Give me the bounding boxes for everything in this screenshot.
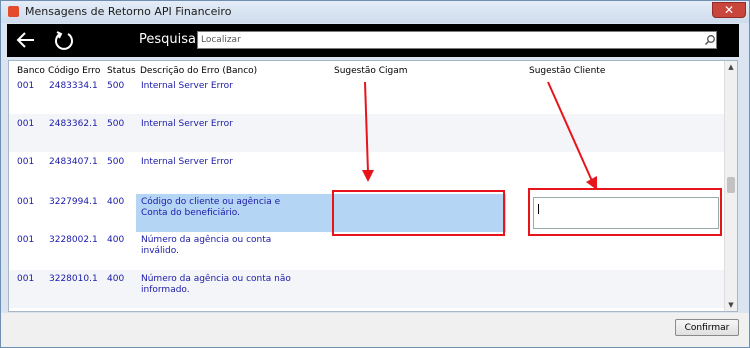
cell-descricao: Número da agência ou conta inválido. — [141, 235, 272, 256]
search-icon[interactable] — [704, 34, 716, 46]
cell-banco: 001 — [17, 81, 35, 91]
cell-descricao: Código do cliente ou agência e Conta do … — [141, 197, 281, 218]
back-arrow-icon[interactable] — [15, 29, 37, 51]
scroll-up-icon[interactable]: ▲ — [725, 61, 737, 73]
cell-status: 500 — [107, 157, 125, 167]
annotation-box-sugestao-cigam — [332, 190, 505, 236]
refresh-icon[interactable] — [53, 29, 75, 51]
table-row[interactable]: 001 2483362.1 500 Internal Server Error — [9, 114, 726, 152]
table-row[interactable]: 001 2483334.1 500 Internal Server Error — [9, 76, 726, 114]
cell-status: 400 — [107, 274, 125, 284]
window-title: Mensagens de Retorno API Financeiro — [25, 5, 232, 18]
table-row[interactable]: 001 2483407.1 500 Internal Server Error — [9, 152, 726, 190]
close-button[interactable]: ✕ — [712, 2, 746, 18]
cell-status: 500 — [107, 81, 125, 91]
cell-banco: 001 — [17, 197, 35, 207]
confirm-button[interactable]: Confirmar — [675, 319, 739, 336]
title-bar: Mensagens de Retorno API Financeiro ✕ — [1, 1, 749, 23]
close-icon: ✕ — [723, 3, 735, 17]
search-input[interactable] — [197, 31, 717, 49]
cell-descricao: Internal Server Error — [141, 157, 233, 167]
cell-codigo-erro: 2483407.1 — [49, 157, 98, 167]
scrollbar-thumb[interactable] — [727, 177, 735, 193]
cell-descricao: Número da agência ou conta não informado… — [141, 274, 291, 295]
column-header-sugestao-cigam[interactable]: Sugestão Cigam — [334, 66, 408, 76]
main-window: Mensagens de Retorno API Financeiro ✕ Pe… — [0, 0, 750, 348]
cell-codigo-erro: 2483334.1 — [49, 81, 98, 91]
cell-banco: 001 — [17, 119, 35, 129]
cell-banco: 001 — [17, 157, 35, 167]
table-row[interactable]: 001 3228010.1 400 Número da agência ou c… — [9, 270, 726, 308]
cell-codigo-erro: 2483362.1 — [49, 119, 98, 129]
footer-bar: Confirmar — [1, 313, 749, 347]
cell-codigo-erro: 3227994.1 — [49, 197, 98, 207]
column-header-status[interactable]: Status — [107, 66, 136, 76]
column-header-descricao[interactable]: Descrição do Erro (Banco) — [140, 66, 257, 76]
cell-banco: 001 — [17, 274, 35, 284]
column-header-codigo-erro[interactable]: Código Erro — [48, 66, 100, 76]
messages-grid: Banco Código Erro Status Descrição do Er… — [8, 60, 738, 312]
cell-status: 500 — [107, 119, 125, 129]
cell-descricao: Internal Server Error — [141, 119, 233, 129]
toolbar: Pesquisar — [7, 24, 739, 57]
cell-status: 400 — [107, 197, 125, 207]
app-icon — [8, 6, 19, 17]
cell-codigo-erro: 3228002.1 — [49, 235, 98, 245]
cell-status: 400 — [107, 235, 125, 245]
column-header-sugestao-cliente[interactable]: Sugestão Cliente — [529, 66, 605, 76]
cell-banco: 001 — [17, 235, 35, 245]
vertical-scrollbar[interactable]: ▲ ▼ — [724, 61, 737, 311]
cell-codigo-erro: 3228010.1 — [49, 274, 98, 284]
scroll-down-icon[interactable]: ▼ — [725, 299, 737, 311]
cell-descricao: Internal Server Error — [141, 81, 233, 91]
annotation-box-sugestao-cliente — [528, 188, 722, 236]
search-label: Pesquisar — [139, 32, 202, 47]
column-header-banco[interactable]: Banco — [17, 66, 45, 76]
table-row[interactable]: 001 3228002.1 400 Número da agência ou c… — [9, 232, 726, 270]
